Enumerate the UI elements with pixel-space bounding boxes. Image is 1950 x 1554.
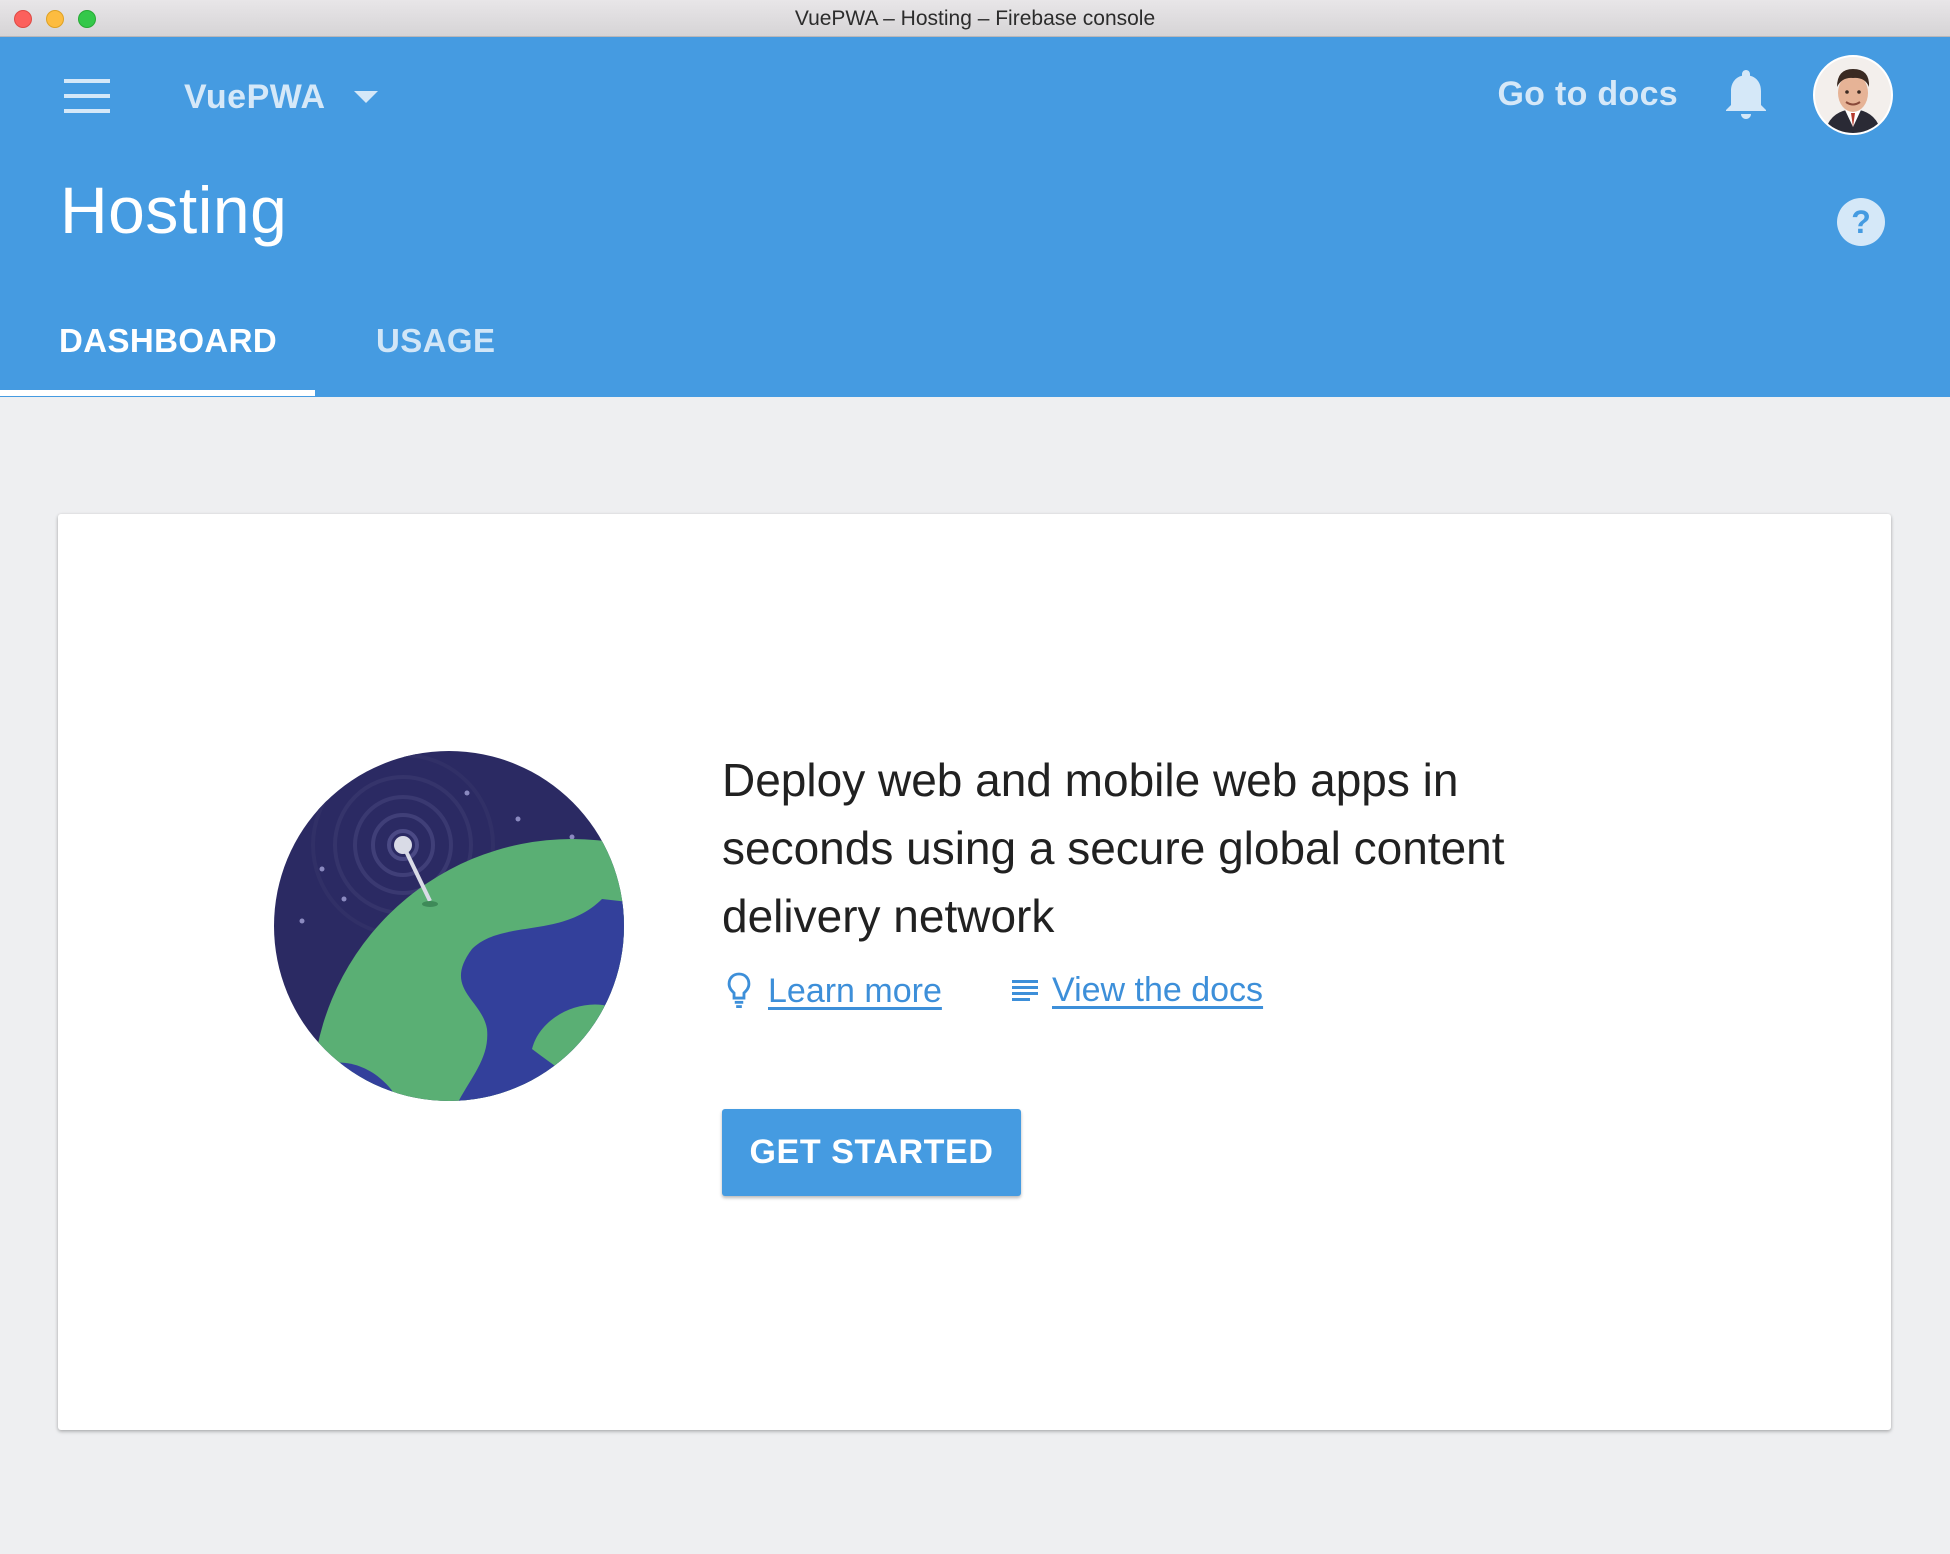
learn-more-label: Learn more [768, 971, 942, 1010]
view-docs-label: View the docs [1052, 971, 1264, 1009]
svg-text:?: ? [1851, 204, 1871, 240]
lightbulb-icon [722, 971, 756, 1011]
chevron-down-icon [353, 91, 378, 103]
window-title: VuePWA – Hosting – Firebase console [794, 7, 1156, 30]
view-docs-link[interactable]: View the docs [1010, 971, 1263, 1010]
go-to-docs-link[interactable]: Go to docs [1497, 75, 1678, 114]
project-name: VuePWA [184, 77, 326, 116]
avatar[interactable] [1813, 55, 1893, 135]
tab-usage[interactable]: USAGE [376, 322, 495, 360]
hosting-description: Deploy web and mobile web apps in second… [722, 754, 1505, 942]
app-header: VuePWA Go to docs Hosting ? DASHBOARD US… [0, 37, 1950, 397]
get-started-button[interactable]: GET STARTED [722, 1109, 1021, 1196]
page-title: Hosting [60, 173, 288, 247]
active-tab-indicator [0, 390, 315, 396]
bell-icon[interactable] [1722, 67, 1770, 126]
project-selector[interactable]: VuePWA [184, 75, 378, 119]
globe-illustration [272, 749, 626, 1108]
window-title-bar: VuePWA – Hosting – Firebase console [0, 0, 1950, 37]
tab-dashboard[interactable]: DASHBOARD [59, 322, 277, 360]
help-icon[interactable]: ? [1836, 197, 1886, 252]
learn-more-link[interactable]: Learn more [722, 971, 942, 1011]
hosting-intro-card: Deploy web and mobile web apps in second… [58, 514, 1891, 1430]
docs-list-icon [1010, 976, 1040, 1006]
menu-icon[interactable] [64, 79, 110, 113]
